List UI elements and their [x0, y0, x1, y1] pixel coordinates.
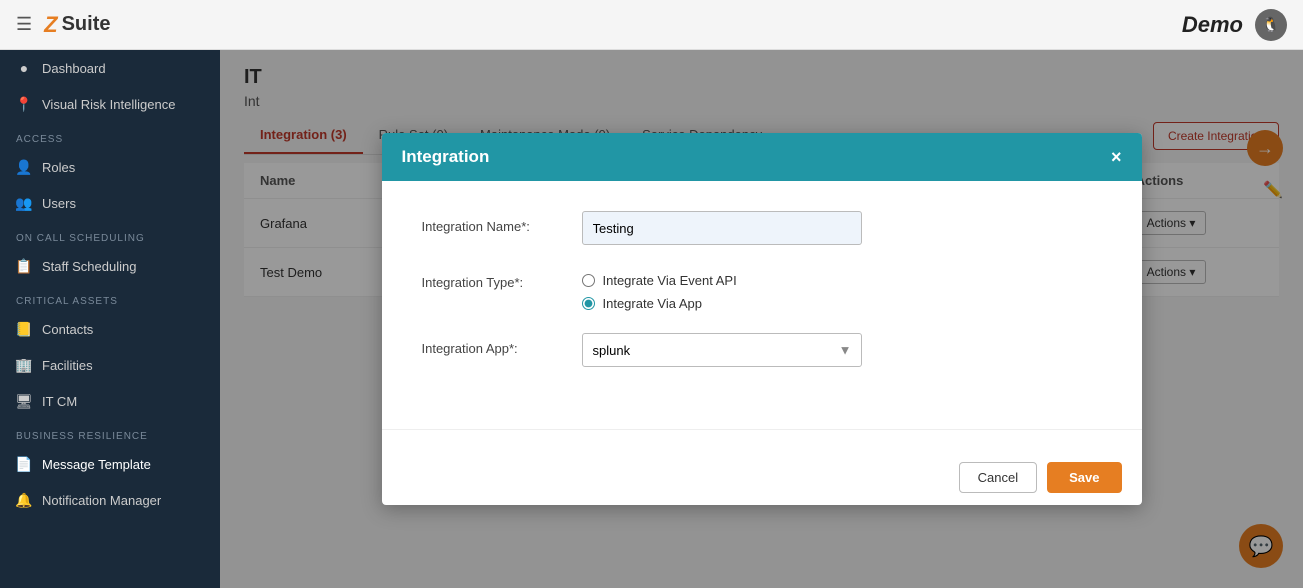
logo: Z Suite [44, 12, 110, 38]
facilities-icon: 🏢 [16, 357, 32, 373]
integration-name-label: Integration Name*: [422, 211, 582, 234]
sidebar-item-roles[interactable]: 👤 Roles [0, 149, 220, 185]
radio-via-app-label: Integrate Via App [603, 296, 703, 311]
modal-title: Integration [402, 147, 490, 167]
logo-suite: Suite [62, 13, 111, 36]
hamburger-icon[interactable]: ☰ [16, 14, 32, 35]
radio-group: Integrate Via Event API Integrate Via Ap… [582, 267, 737, 311]
modal-divider [382, 429, 1142, 430]
notification-icon: 🔔 [16, 492, 32, 508]
sidebar-label-users: Users [42, 196, 76, 211]
sidebar-item-facilities[interactable]: 🏢 Facilities [0, 347, 220, 383]
sidebar-item-visual-risk[interactable]: 📍 Visual Risk Intelligence [0, 86, 220, 122]
section-access: ACCESS [0, 122, 220, 149]
sidebar-label-contacts: Contacts [42, 322, 93, 337]
integration-app-select-wrapper: splunk grafana pagerduty ▼ [582, 333, 862, 367]
sidebar-label-notification: Notification Manager [42, 493, 161, 508]
save-button[interactable]: Save [1047, 462, 1121, 493]
integration-name-row: Integration Name*: [422, 211, 1102, 245]
roles-icon: 👤 [16, 159, 32, 175]
sidebar-item-message-template[interactable]: 📄 Message Template [0, 446, 220, 482]
top-bar: ☰ Z Suite Demo 🐧 [0, 0, 1303, 50]
modal-overlay: Integration × Integration Name*: Integra… [220, 50, 1303, 588]
avatar[interactable]: 🐧 [1255, 9, 1287, 41]
users-icon: 👥 [16, 195, 32, 211]
sidebar-item-contacts[interactable]: 📒 Contacts [0, 311, 220, 347]
integration-app-label: Integration App*: [422, 333, 582, 356]
integration-type-label: Integration Type*: [422, 267, 582, 290]
sidebar-label-visual-risk: Visual Risk Intelligence [42, 97, 175, 112]
integration-app-select[interactable]: splunk grafana pagerduty [582, 333, 862, 367]
sidebar-label-itcm: IT CM [42, 394, 77, 409]
cancel-button[interactable]: Cancel [959, 462, 1037, 493]
sidebar-item-notification-manager[interactable]: 🔔 Notification Manager [0, 482, 220, 518]
staff-icon: 📋 [16, 258, 32, 274]
section-on-call: ON CALL SCHEDULING [0, 221, 220, 248]
sidebar-label-staff: Staff Scheduling [42, 259, 136, 274]
top-bar-left: ☰ Z Suite [16, 12, 111, 38]
radio-event-api[interactable]: Integrate Via Event API [582, 273, 737, 288]
dashboard-icon: ● [16, 60, 32, 76]
integration-app-row: Integration App*: splunk grafana pagerdu… [422, 333, 1102, 367]
radio-via-app[interactable]: Integrate Via App [582, 296, 737, 311]
sidebar-item-it-cm[interactable]: 🖥 IT CM [0, 383, 220, 419]
section-critical-assets: CRITICAL ASSETS [0, 284, 220, 311]
sidebar: ● Dashboard 📍 Visual Risk Intelligence A… [0, 50, 220, 588]
sidebar-item-users[interactable]: 👥 Users [0, 185, 220, 221]
contacts-icon: 📒 [16, 321, 32, 337]
radio-event-api-label: Integrate Via Event API [603, 273, 737, 288]
radio-event-api-input[interactable] [582, 274, 595, 287]
sidebar-label-facilities: Facilities [42, 358, 93, 373]
sidebar-label-message-template: Message Template [42, 457, 151, 472]
sidebar-item-dashboard[interactable]: ● Dashboard [0, 50, 220, 86]
sidebar-label-dashboard: Dashboard [42, 61, 106, 76]
logo-z: Z [44, 12, 57, 38]
itcm-icon: 🖥 [16, 393, 32, 409]
message-template-icon: 📄 [16, 456, 32, 472]
top-bar-right: Demo 🐧 [1182, 9, 1287, 41]
radio-via-app-input[interactable] [582, 297, 595, 310]
modal-footer: Cancel Save [382, 450, 1142, 505]
modal-header: Integration × [382, 133, 1142, 181]
sidebar-label-roles: Roles [42, 160, 75, 175]
content-area: IT Int Integration (3) Rule Set (0) Main… [220, 50, 1303, 588]
sidebar-item-staff-scheduling[interactable]: 📋 Staff Scheduling [0, 248, 220, 284]
integration-type-row: Integration Type*: Integrate Via Event A… [422, 267, 1102, 311]
section-business-resilience: BUSINESS RESILIENCE [0, 419, 220, 446]
close-icon[interactable]: × [1111, 148, 1122, 166]
demo-label: Demo [1182, 12, 1243, 38]
modal-body: Integration Name*: Integration Type*: In… [382, 181, 1142, 419]
integration-name-input[interactable] [582, 211, 862, 245]
integration-modal: Integration × Integration Name*: Integra… [382, 133, 1142, 505]
location-icon: 📍 [16, 96, 32, 112]
